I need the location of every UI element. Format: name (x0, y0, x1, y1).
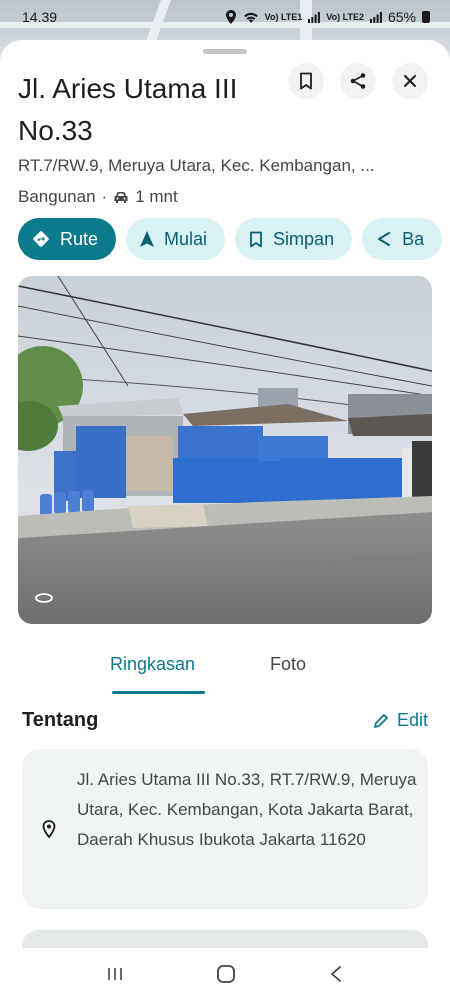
recent-apps-icon[interactable] (106, 965, 124, 983)
sim2-signal: Vo) LTE2 (326, 11, 364, 22)
share-icon-button[interactable] (340, 63, 376, 99)
place-subtitle: RT.7/RW.9, Meruya Utara, Kec. Kembangan,… (18, 156, 375, 175)
bookmark-icon (300, 72, 312, 90)
share-icon (378, 232, 391, 246)
back-icon[interactable] (328, 965, 344, 983)
active-tab-indicator (112, 691, 205, 694)
about-heading: Tentang (22, 709, 99, 731)
directions-button[interactable]: Rute (18, 218, 117, 260)
wifi-icon (243, 12, 258, 23)
home-icon[interactable] (216, 964, 236, 984)
place-category: Bangunan (18, 187, 96, 206)
start-button[interactable]: Mulai (126, 218, 226, 260)
next-info-card[interactable] (22, 930, 428, 948)
place-title: Jl. Aries Utama III No.33 (18, 73, 238, 146)
tab-ringkasan[interactable]: Ringkasan (110, 654, 195, 675)
status-icons: Vo) LTE1 Vo) LTE2 65% (225, 9, 430, 25)
sim1-signal: Vo) LTE1 (264, 11, 303, 22)
directions-icon (33, 231, 49, 247)
meta-separator: · (101, 187, 108, 206)
close-icon (404, 75, 416, 87)
drag-handle[interactable] (203, 49, 247, 54)
system-nav-bar (0, 948, 450, 1000)
status-time: 14.39 (22, 9, 58, 25)
location-icon (225, 10, 236, 24)
signal-bars-icon (369, 11, 382, 23)
address-card[interactable]: Jl. Aries Utama III No.33, RT.7/RW.9, Me… (22, 749, 428, 909)
pencil-icon (374, 713, 388, 728)
street-view-image (18, 276, 432, 624)
start-label: Mulai (164, 228, 208, 249)
action-chips: Rute Mulai Simpan Ba (18, 218, 443, 260)
place-tabs: Ringkasan Foto (0, 640, 450, 696)
location-pin-icon (42, 820, 56, 838)
share-label: Ba (402, 228, 425, 249)
street-view-photo[interactable] (18, 276, 432, 624)
status-bar: 14.39 Vo) LTE1 Vo) LTE2 65% (0, 0, 450, 34)
signal-bars-icon (308, 11, 321, 23)
save-label: Simpan (273, 228, 335, 249)
address-text: Jl. Aries Utama III No.33, RT.7/RW.9, Me… (77, 770, 417, 849)
battery-percent: 65% (387, 9, 416, 25)
close-button[interactable] (392, 63, 428, 99)
save-button[interactable]: Simpan (235, 218, 353, 260)
navigation-arrow-icon (140, 231, 155, 247)
share-button[interactable]: Ba (362, 218, 443, 260)
bookmark-icon (250, 231, 262, 247)
place-meta: Bangunan · 1 mnt (18, 187, 178, 207)
drive-time: 1 mnt (135, 187, 178, 206)
battery-icon (422, 11, 430, 23)
edit-label: Edit (396, 710, 428, 730)
place-bottom-sheet: Jl. Aries Utama III No.33 RT.7/RW.9, Mer… (0, 40, 450, 948)
car-icon (114, 192, 128, 203)
save-icon-button[interactable] (288, 63, 324, 99)
edit-button[interactable]: Edit (373, 710, 428, 731)
share-icon (350, 73, 366, 89)
tab-foto[interactable]: Foto (270, 654, 306, 675)
directions-label: Rute (60, 228, 99, 249)
